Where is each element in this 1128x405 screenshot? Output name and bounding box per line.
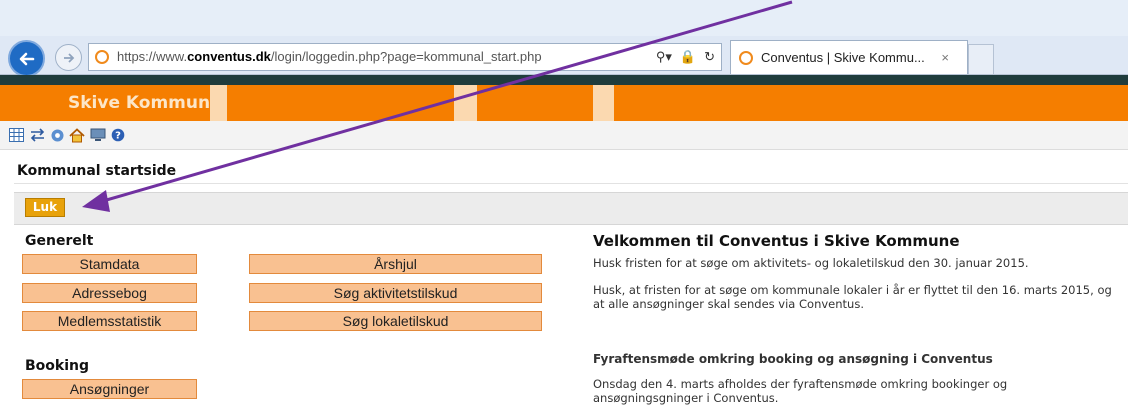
tab-favicon-icon — [739, 51, 753, 65]
ansoegninger-button[interactable]: Ansøgninger — [22, 379, 197, 399]
soeg-lokaletilskud-button[interactable]: Søg lokaletilskud — [249, 311, 542, 331]
svg-text:?: ? — [115, 131, 121, 142]
medlemsstatistik-button[interactable]: Medlemsstatistik — [22, 311, 197, 331]
stamdata-button[interactable]: Stamdata — [22, 254, 197, 274]
computer-icon[interactable] — [90, 127, 106, 143]
adressebog-button[interactable]: Adressebog — [22, 283, 197, 303]
divider — [14, 183, 1128, 184]
new-tab-button[interactable] — [968, 44, 994, 74]
search-icon[interactable]: ⚲▾ — [656, 44, 672, 70]
back-arrow-icon — [19, 52, 34, 65]
calendar-grid-icon[interactable] — [8, 127, 24, 143]
settings-gear-icon[interactable] — [49, 127, 65, 143]
close-button[interactable]: Luk — [25, 198, 65, 217]
forward-arrow-icon — [63, 52, 74, 63]
action-bar — [14, 192, 1128, 225]
site-favicon-icon — [95, 50, 109, 64]
refresh-icon[interactable]: ↻ — [704, 44, 715, 70]
forward-button[interactable] — [55, 44, 82, 71]
soeg-aktivitetstilskud-button[interactable]: Søg aktivitetstilskud — [249, 283, 542, 303]
news-heading: Fyraftensmøde omkring booking og ansøgni… — [593, 352, 993, 366]
tab-close-icon[interactable]: × — [941, 50, 949, 65]
welcome-heading: Velkommen til Conventus i Skive Kommune — [593, 232, 960, 250]
address-url: https://www.conventus.dk/login/loggedin.… — [117, 49, 542, 64]
browser-tab[interactable]: Conventus | Skive Kommu... × — [730, 40, 968, 74]
back-button[interactable] — [8, 40, 45, 77]
home-icon[interactable] — [69, 127, 85, 143]
tab-title: Conventus | Skive Kommu... — [761, 50, 925, 65]
site-header: Skive Kommune — [0, 85, 1128, 121]
address-bar[interactable]: https://www.conventus.dk/login/loggedin.… — [88, 43, 722, 71]
site-title: Skive Kommune — [68, 93, 222, 113]
header-block — [210, 85, 227, 121]
aarshjul-button[interactable]: Årshjul — [249, 254, 542, 274]
section-heading-generelt: Generelt — [25, 233, 94, 249]
header-block — [593, 85, 614, 121]
welcome-paragraph-1: Husk fristen for at søge om aktivitets- … — [593, 256, 1029, 270]
browser-divider — [0, 75, 1128, 85]
icon-toolbar: ? — [0, 121, 1128, 150]
page-title: Kommunal startside — [17, 163, 177, 179]
header-block — [454, 85, 477, 121]
lock-icon: 🔒 — [679, 49, 697, 64]
welcome-paragraph-2: Husk, at fristen for at søge om kommunal… — [593, 283, 1112, 311]
help-icon[interactable]: ? — [110, 127, 126, 143]
section-heading-booking: Booking — [25, 358, 90, 374]
browser-titlebar — [0, 0, 1128, 36]
transfer-arrows-icon[interactable] — [29, 127, 45, 143]
